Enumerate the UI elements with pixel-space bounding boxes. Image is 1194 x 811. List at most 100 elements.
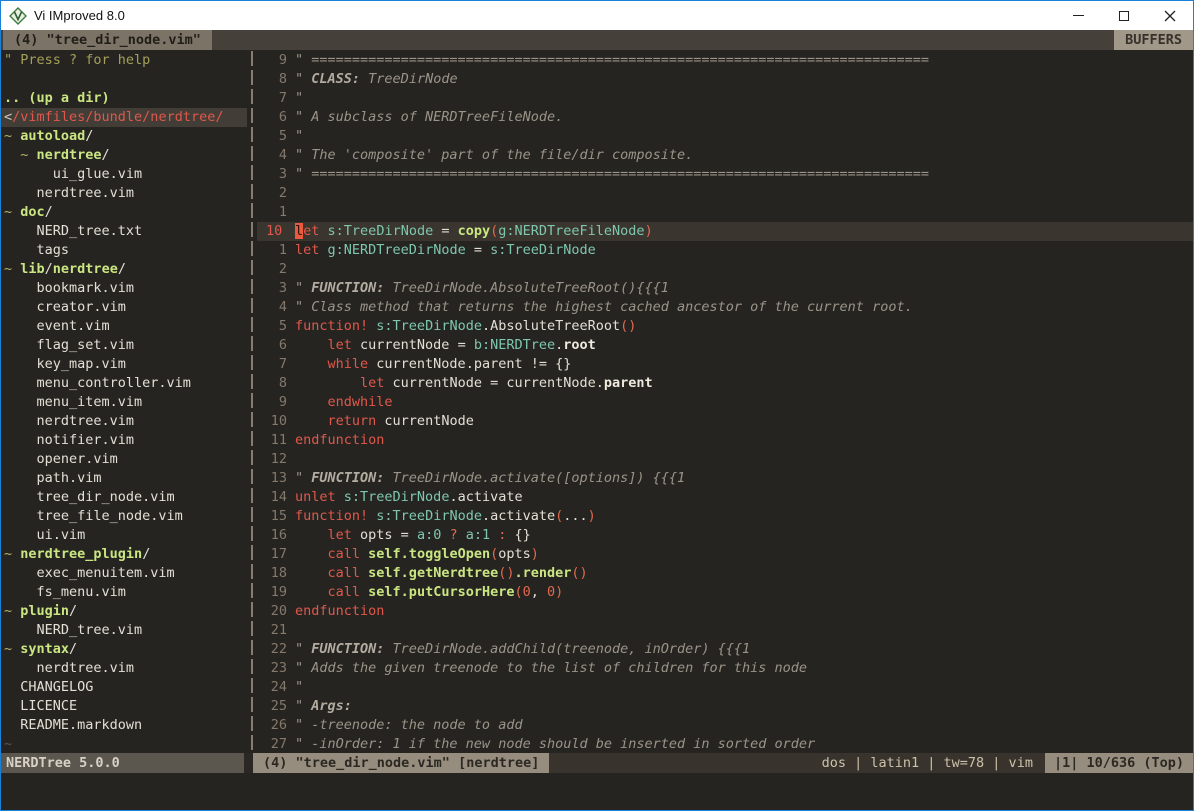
- nerdtree-item[interactable]: LICENCE: [1, 697, 247, 716]
- nerdtree-root-item[interactable]: </vimfiles/bundle/nerdtree/: [1, 108, 247, 127]
- token-kw: endwhile: [328, 394, 393, 410]
- nerdtree-item[interactable]: fs_menu.vim: [1, 583, 247, 602]
- code-line[interactable]: 6" A subclass of NERDTreeFileNode.: [257, 108, 1193, 127]
- code-line[interactable]: 14unlet s:TreeDirNode.activate: [257, 488, 1193, 507]
- editor-panel[interactable]: 9" =====================================…: [257, 50, 1193, 753]
- code-line[interactable]: 26" -treenode: the node to add: [257, 716, 1193, 735]
- nerdtree-item[interactable]: .. (up a dir): [1, 89, 247, 108]
- nerdtree-item[interactable]: notifier.vim: [1, 431, 247, 450]
- code-line[interactable]: 27" -inOrder: 1 if the new node should b…: [257, 735, 1193, 753]
- code-line[interactable]: 12: [257, 450, 1193, 469]
- minimize-button[interactable]: [1055, 1, 1101, 30]
- code-line[interactable]: 4" Class method that returns the highest…: [257, 298, 1193, 317]
- token-slash: /: [45, 204, 53, 220]
- nerdtree-item[interactable]: ~ plugin/: [1, 602, 247, 621]
- maximize-button[interactable]: [1101, 1, 1147, 30]
- code-text: " FUNCTION: TreeDirNode.activate([option…: [287, 469, 685, 488]
- nerdtree-item[interactable]: ~: [1, 735, 247, 753]
- code-line-cursor[interactable]: 10let s:TreeDirNode = copy(g:NERDTreeFil…: [257, 222, 1193, 241]
- nerdtree-item[interactable]: ui.vim: [1, 526, 247, 545]
- nerdtree-item[interactable]: event.vim: [1, 317, 247, 336]
- code-line[interactable]: 24": [257, 678, 1193, 697]
- code-text: endfunction: [287, 431, 384, 450]
- nerdtree-item[interactable]: " Press ? for help: [1, 51, 247, 70]
- code-line[interactable]: 9" =====================================…: [257, 51, 1193, 70]
- code-line[interactable]: 1let g:NERDTreeDirNode = s:TreeDirNode: [257, 241, 1193, 260]
- nerdtree-item[interactable]: key_map.vim: [1, 355, 247, 374]
- code-line[interactable]: 6 let currentNode = b:NERDTree.root: [257, 336, 1193, 355]
- code-line[interactable]: 19 call self.putCursorHere(0, 0): [257, 583, 1193, 602]
- nerdtree-item[interactable]: NERD_tree.vim: [1, 621, 247, 640]
- nerdtree-item[interactable]: tree_file_node.vim: [1, 507, 247, 526]
- nerdtree-item[interactable]: CHANGELOG: [1, 678, 247, 697]
- nerdtree-item[interactable]: creator.vim: [1, 298, 247, 317]
- window-separator[interactable]: [247, 50, 257, 753]
- code-line[interactable]: 7 while currentNode.parent != {}: [257, 355, 1193, 374]
- code-line[interactable]: 7": [257, 89, 1193, 108]
- code-line[interactable]: 11endfunction: [257, 431, 1193, 450]
- nerdtree-item[interactable]: ~ nerdtree/: [1, 146, 247, 165]
- nerdtree-item[interactable]: nerdtree.vim: [1, 659, 247, 678]
- code-line[interactable]: 4" The 'composite' part of the file/dir …: [257, 146, 1193, 165]
- code-line[interactable]: 3" FUNCTION: TreeDirNode.AbsoluteTreeRoo…: [257, 279, 1193, 298]
- code-line[interactable]: 23" Adds the given treenode to the list …: [257, 659, 1193, 678]
- nerdtree-item[interactable]: [1, 70, 247, 89]
- nerdtree-item[interactable]: nerdtree.vim: [1, 412, 247, 431]
- nerdtree-item[interactable]: opener.vim: [1, 450, 247, 469]
- command-line[interactable]: [1, 773, 1193, 810]
- tab-tree-dir-node[interactable]: (4) "tree_dir_node.vim": [3, 30, 212, 50]
- nerdtree-item[interactable]: flag_set.vim: [1, 336, 247, 355]
- token-cm: ": [295, 698, 311, 714]
- token-mw: root: [563, 337, 596, 353]
- line-number: 6: [257, 336, 287, 355]
- nerdtree-item[interactable]: ~ nerdtree_plugin/: [1, 545, 247, 564]
- nerdtree-item[interactable]: ~ lib/nerdtree/: [1, 260, 247, 279]
- code-line[interactable]: 22" FUNCTION: TreeDirNode.addChild(treen…: [257, 640, 1193, 659]
- token-tx: [295, 584, 328, 600]
- nerdtree-item[interactable]: menu_controller.vim: [1, 374, 247, 393]
- code-line[interactable]: 10 return currentNode: [257, 412, 1193, 431]
- code-line[interactable]: 5function! s:TreeDirNode.AbsoluteTreeRoo…: [257, 317, 1193, 336]
- code-line[interactable]: 2: [257, 260, 1193, 279]
- nerdtree-item[interactable]: README.markdown: [1, 716, 247, 735]
- nerdtree-item[interactable]: ~ syntax/: [1, 640, 247, 659]
- token-tx: [295, 337, 328, 353]
- nerdtree-item[interactable]: ~ autoload/: [1, 127, 247, 146]
- titlebar[interactable]: Vi IMproved 8.0: [1, 1, 1193, 30]
- code-line[interactable]: 5": [257, 127, 1193, 146]
- code-text: " -inOrder: 1 if the new node should be …: [287, 735, 815, 753]
- code-line[interactable]: 8 let currentNode = currentNode.parent: [257, 374, 1193, 393]
- token-tx: [319, 223, 327, 239]
- code-line[interactable]: 9 endwhile: [257, 393, 1193, 412]
- nerdtree-item[interactable]: bookmark.vim: [1, 279, 247, 298]
- code-line[interactable]: 21: [257, 621, 1193, 640]
- token-cmb: FUNCTION:: [311, 280, 384, 296]
- code-line[interactable]: 18 call self.getNerdtree().render(): [257, 564, 1193, 583]
- code-line[interactable]: 3" =====================================…: [257, 165, 1193, 184]
- close-button[interactable]: [1147, 1, 1193, 30]
- nerdtree-item[interactable]: tree_dir_node.vim: [1, 488, 247, 507]
- code-line[interactable]: 13" FUNCTION: TreeDirNode.activate([opti…: [257, 469, 1193, 488]
- nerdtree-item[interactable]: ui_glue.vim: [1, 165, 247, 184]
- nerdtree-item[interactable]: NERD_tree.txt: [1, 222, 247, 241]
- code-line[interactable]: 17 call self.toggleOpen(opts): [257, 545, 1193, 564]
- nerdtree-item[interactable]: menu_item.vim: [1, 393, 247, 412]
- code-line[interactable]: 25" Args:: [257, 697, 1193, 716]
- buffers-tab[interactable]: BUFFERS: [1114, 30, 1193, 50]
- nerdtree-item[interactable]: tags: [1, 241, 247, 260]
- line-number: 17: [257, 545, 287, 564]
- nerdtree-item[interactable]: ~ doc/: [1, 203, 247, 222]
- code-line[interactable]: 20endfunction: [257, 602, 1193, 621]
- line-number: 6: [257, 108, 287, 127]
- code-line[interactable]: 15function! s:TreeDirNode.activate(...): [257, 507, 1193, 526]
- code-text: " ======================================…: [287, 51, 929, 70]
- line-number: 8: [257, 70, 287, 89]
- code-line[interactable]: 8" CLASS: TreeDirNode: [257, 70, 1193, 89]
- nerdtree-item[interactable]: path.vim: [1, 469, 247, 488]
- nerdtree-item[interactable]: nerdtree.vim: [1, 184, 247, 203]
- code-line[interactable]: 2: [257, 184, 1193, 203]
- nerdtree-item[interactable]: exec_menuitem.vim: [1, 564, 247, 583]
- line-number: 10: [257, 412, 287, 431]
- code-line[interactable]: 1: [257, 203, 1193, 222]
- code-line[interactable]: 16 let opts = a:0 ? a:1 : {}: [257, 526, 1193, 545]
